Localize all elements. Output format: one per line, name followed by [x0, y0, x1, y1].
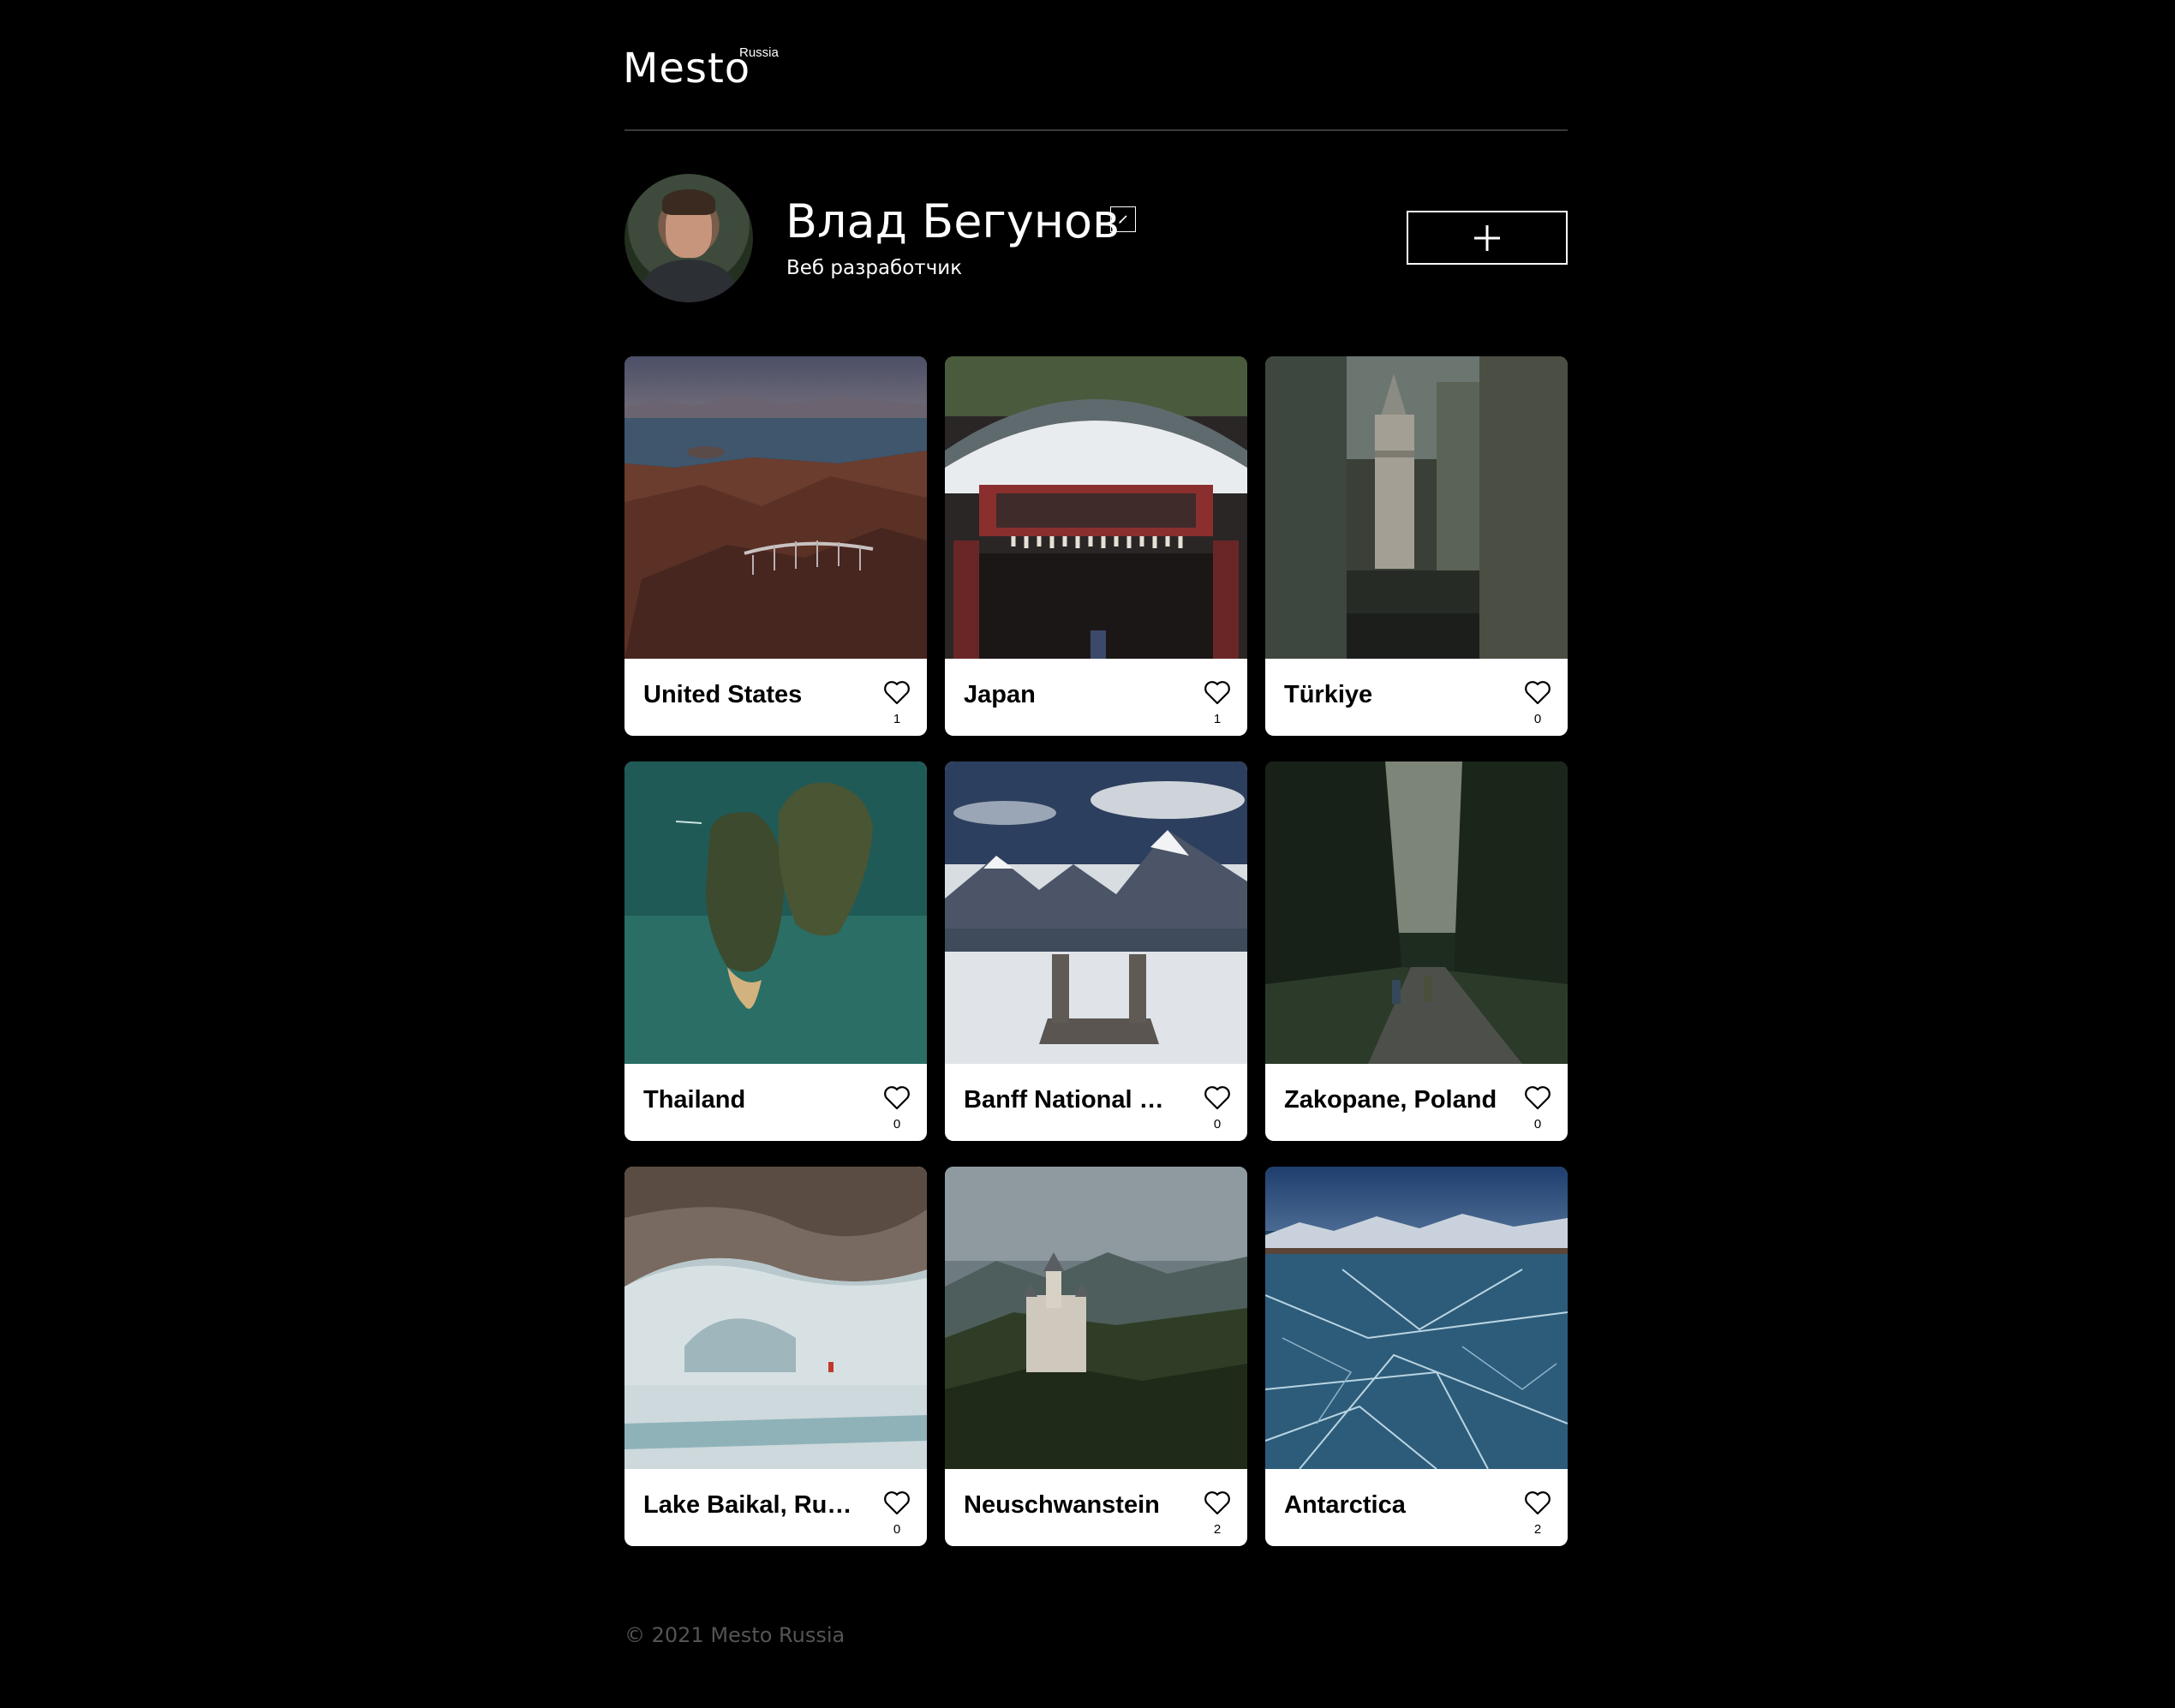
card: Zakopane, Poland 0 [1265, 761, 1568, 1141]
card-image[interactable] [1265, 356, 1568, 659]
like-button[interactable] [1204, 1085, 1231, 1111]
like-count: 0 [1533, 1117, 1542, 1132]
heart-icon [1204, 681, 1230, 705]
like-button[interactable] [1524, 680, 1551, 706]
card-title: Zakopane, Poland [1284, 1086, 1497, 1114]
card: Thailand 0 [624, 761, 927, 1141]
avatar-body [642, 260, 736, 302]
like-button[interactable] [1524, 1490, 1551, 1516]
profile-about: Веб разработчик [786, 257, 963, 279]
like-count: 0 [893, 1522, 901, 1537]
like-count: 2 [1533, 1522, 1542, 1537]
add-card-button[interactable] [1407, 211, 1568, 265]
like-count: 0 [1213, 1117, 1222, 1132]
card: United States 1 [624, 356, 927, 736]
card-image[interactable] [1265, 1167, 1568, 1469]
heart-icon [1525, 1491, 1551, 1515]
card-image[interactable] [945, 1167, 1247, 1469]
heart-icon [884, 681, 910, 705]
card-title: United States [643, 681, 803, 708]
card-image[interactable] [945, 356, 1247, 659]
cards-grid: United States 1 Japan 1 Türkiye 0 Thaila… [624, 356, 1568, 1546]
card-title: Antarctica [1284, 1491, 1406, 1519]
profile: Влад Бегунов Веб разработчик [624, 131, 1568, 356]
card-title: Banff National Park [964, 1086, 1178, 1114]
logo: Mesto [623, 45, 751, 93]
heart-icon [1204, 1491, 1230, 1515]
avatar-hair [662, 189, 715, 215]
profile-name: Влад Бегунов [786, 194, 1120, 248]
card: Japan 1 [945, 356, 1247, 736]
like-count: 1 [1213, 712, 1222, 726]
like-button[interactable] [883, 680, 911, 706]
card: Neuschwanstein 2 [945, 1167, 1247, 1546]
heart-icon [884, 1086, 910, 1110]
edit-profile-button[interactable] [1110, 206, 1136, 232]
card: Antarctica 2 [1265, 1167, 1568, 1546]
card-image[interactable] [624, 1167, 927, 1469]
like-button[interactable] [883, 1085, 911, 1111]
plus-icon [1474, 225, 1500, 251]
card-title: Thailand [643, 1086, 746, 1114]
card: Banff National Park 0 [945, 761, 1247, 1141]
like-button[interactable] [1204, 680, 1231, 706]
heart-icon [1525, 681, 1551, 705]
card-title: Lake Baikal, Russia [643, 1491, 857, 1519]
footer: © 2021 Mesto Russia [624, 1623, 1568, 1647]
heart-icon [884, 1491, 910, 1515]
heart-icon [1204, 1086, 1230, 1110]
logo-sup: Russia [739, 45, 779, 60]
heart-icon [1525, 1086, 1551, 1110]
like-button[interactable] [1524, 1085, 1551, 1111]
card-footer: Japan 1 [945, 659, 1247, 736]
header: Mesto Russia [623, 0, 1568, 131]
card-title: Türkiye [1284, 681, 1373, 708]
like-button[interactable] [1204, 1490, 1231, 1516]
card-image[interactable] [624, 761, 927, 1064]
card: Türkiye 0 [1265, 356, 1568, 736]
card-title: Neuschwanstein [964, 1491, 1160, 1519]
avatar[interactable] [624, 174, 753, 302]
edit-icon [1118, 215, 1127, 224]
card-footer: Türkiye 0 [1265, 659, 1568, 736]
card-footer: Banff National Park 0 [945, 1064, 1247, 1141]
like-count: 0 [893, 1117, 901, 1132]
like-count: 2 [1213, 1522, 1222, 1537]
like-button[interactable] [883, 1490, 911, 1516]
like-count: 1 [893, 712, 901, 726]
card-title: Japan [964, 681, 1036, 708]
card: Lake Baikal, Russia 0 [624, 1167, 927, 1546]
page: Mesto Russia Влад Бегунов Веб разработчи… [623, 0, 1568, 1647]
card-footer: United States 1 [624, 659, 927, 736]
card-footer: Thailand 0 [624, 1064, 927, 1141]
card-footer: Antarctica 2 [1265, 1469, 1568, 1546]
card-footer: Lake Baikal, Russia 0 [624, 1469, 927, 1546]
copyright: © 2021 Mesto Russia [624, 1623, 846, 1647]
card-image[interactable] [1265, 761, 1568, 1064]
card-image[interactable] [624, 356, 927, 659]
card-footer: Zakopane, Poland 0 [1265, 1064, 1568, 1141]
like-count: 0 [1533, 712, 1542, 726]
card-image[interactable] [945, 761, 1247, 1064]
card-footer: Neuschwanstein 2 [945, 1469, 1247, 1546]
